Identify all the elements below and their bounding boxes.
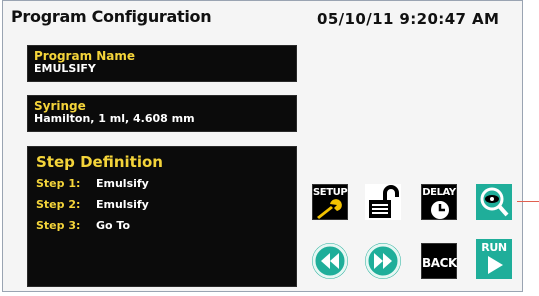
eye-magnifier-icon <box>480 187 509 217</box>
lock-button[interactable] <box>365 184 401 220</box>
wrench-icon <box>317 199 342 219</box>
run-button[interactable]: RUN <box>476 239 512 279</box>
step-action: Go To <box>96 219 131 232</box>
view-button[interactable] <box>476 184 512 220</box>
step-row[interactable]: Step 2: Emulsify <box>36 198 288 211</box>
callout-line <box>517 201 539 202</box>
unlock-icon <box>369 185 399 218</box>
step-row[interactable]: Step 3: Go To <box>36 219 288 232</box>
step-action: Emulsify <box>96 198 149 211</box>
delay-button[interactable]: DELAY <box>421 184 457 220</box>
datetime-display: 05/10/11 9:20:47 AM <box>317 10 500 28</box>
delay-button-label: DELAY <box>422 187 456 198</box>
rewind-icon <box>312 243 348 279</box>
step-action: Emulsify <box>96 177 149 190</box>
rewind-button[interactable] <box>312 243 348 279</box>
step-row[interactable]: Step 1: Emulsify <box>36 177 288 190</box>
syringe-field[interactable]: Syringe Hamilton, 1 ml, 4.608 mm <box>27 95 297 132</box>
step-number: Step 3: <box>36 219 81 232</box>
setup-button[interactable]: SETUP <box>312 184 348 220</box>
clock-icon <box>431 201 449 219</box>
run-button-label: RUN <box>481 241 507 254</box>
setup-button-label: SETUP <box>313 187 348 198</box>
page-title: Program Configuration <box>11 7 212 26</box>
step-number: Step 1: <box>36 177 81 190</box>
program-name-field[interactable]: Program Name EMULSIFY <box>27 45 297 82</box>
back-button-label: BACK <box>422 256 457 270</box>
fast-forward-icon <box>365 243 401 279</box>
screen-frame: Program Configuration 05/10/11 9:20:47 A… <box>2 0 523 292</box>
step-number: Step 2: <box>36 198 81 211</box>
forward-button[interactable] <box>365 243 401 279</box>
step-definition-panel[interactable]: Step Definition Step 1: Emulsify Step 2:… <box>27 146 297 287</box>
back-button[interactable]: BACK <box>421 243 457 279</box>
program-name-value: EMULSIFY <box>34 62 96 75</box>
syringe-value: Hamilton, 1 ml, 4.608 mm <box>34 112 195 125</box>
step-definition-title: Step Definition <box>36 153 163 171</box>
play-icon <box>488 256 503 274</box>
